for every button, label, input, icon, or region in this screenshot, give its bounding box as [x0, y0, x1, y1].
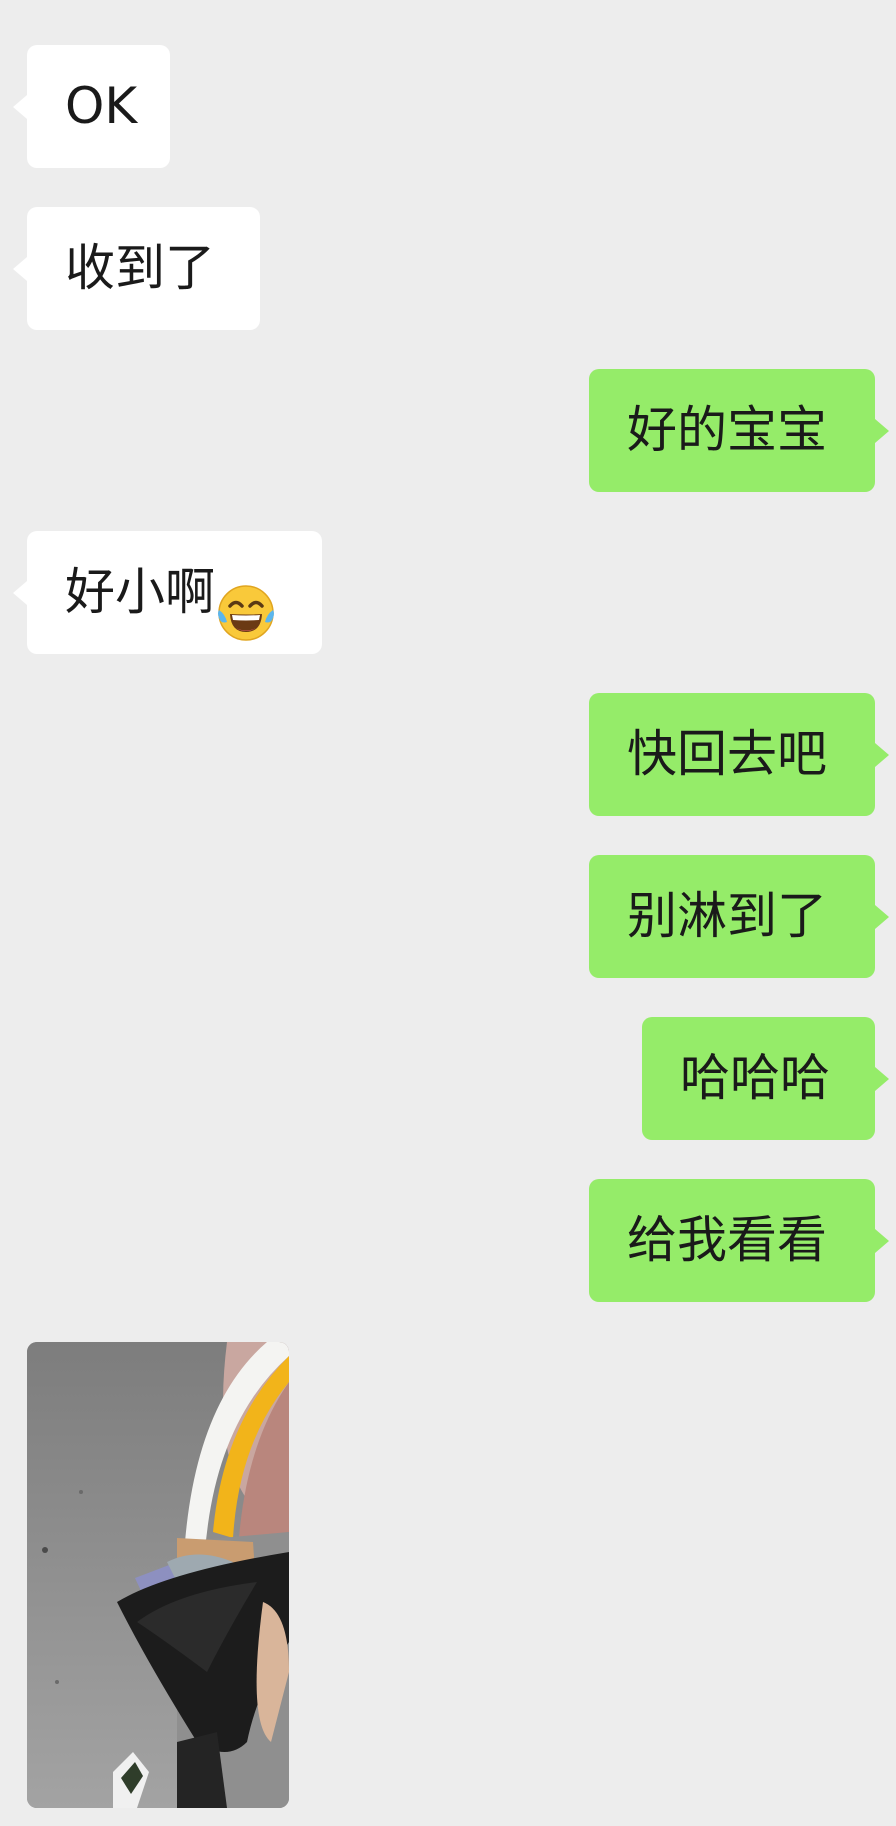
- outgoing-message-bubble[interactable]: 好的宝宝: [589, 369, 889, 492]
- outgoing-message-bubble[interactable]: 快回去吧: [589, 693, 889, 816]
- message-text: 哈哈哈: [680, 1049, 830, 1107]
- incoming-message-bubble[interactable]: 好小啊: [13, 531, 322, 654]
- chat-message-list[interactable]: OK 收到了 好的宝宝 好小啊 快回去吧 别淋到了 哈哈哈 给我看看: [0, 0, 896, 1826]
- message-text: 给我看看: [627, 1211, 827, 1269]
- message-text: 好的宝宝: [627, 401, 827, 459]
- message-text: 快回去吧: [627, 725, 827, 783]
- message-text: 收到了: [65, 239, 215, 297]
- photo-bouquet-icon: [27, 1342, 289, 1808]
- image-message[interactable]: [27, 1342, 289, 1808]
- incoming-message-bubble[interactable]: 收到了: [13, 207, 260, 330]
- message-text: 好小啊: [65, 563, 215, 621]
- incoming-message-bubble[interactable]: OK: [13, 45, 170, 168]
- outgoing-message-bubble[interactable]: 别淋到了: [589, 855, 889, 978]
- outgoing-message-bubble[interactable]: 哈哈哈: [642, 1017, 889, 1140]
- outgoing-message-bubble[interactable]: 给我看看: [589, 1179, 889, 1302]
- laughing-crying-emoji-icon: [217, 564, 275, 641]
- message-text: OK: [65, 77, 138, 135]
- message-text: 别淋到了: [627, 887, 827, 945]
